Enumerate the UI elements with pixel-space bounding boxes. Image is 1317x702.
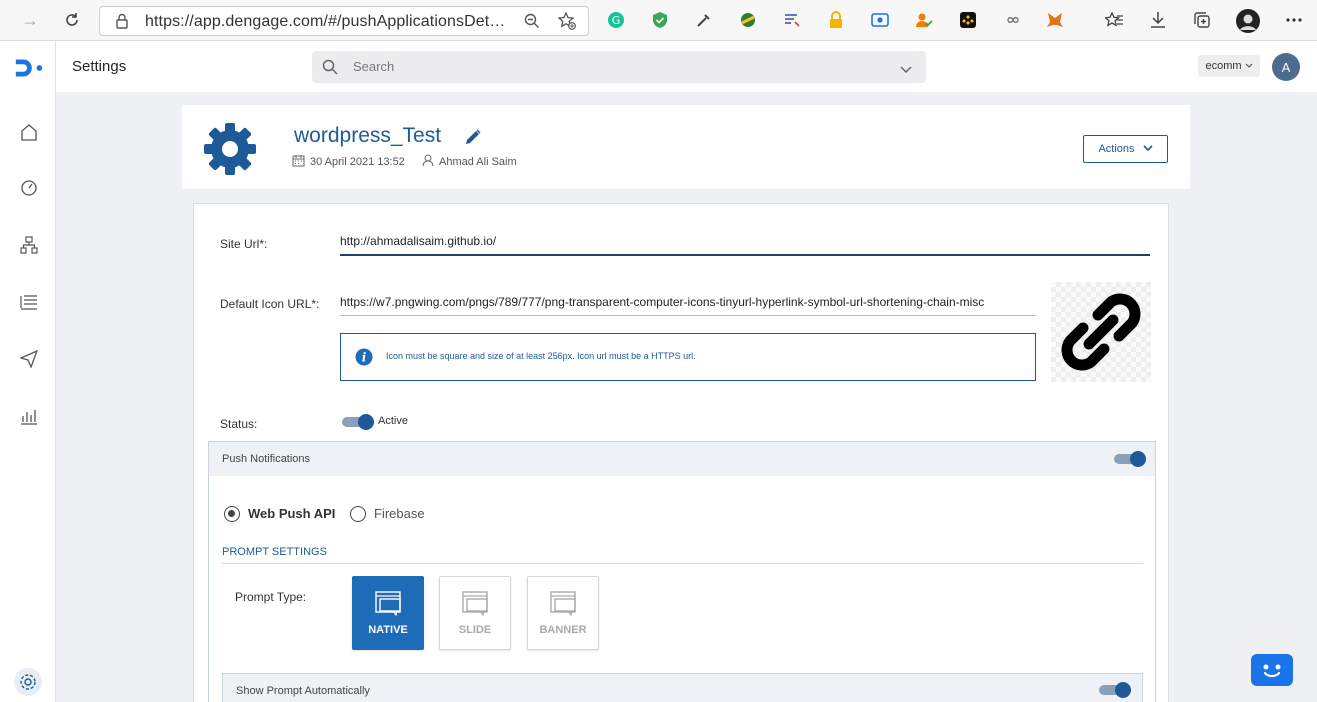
sitemap-icon[interactable] [18, 234, 40, 256]
address-bar[interactable]: https://app.dengage.com/#/pushApplicatio… [99, 6, 589, 36]
list-icon[interactable] [18, 291, 40, 313]
account-selector[interactable]: ecomm [1198, 55, 1260, 77]
browser-toolbar: → https://app.dengage.com/#/pushApplicat… [0, 0, 1317, 41]
chevron-down-icon [1142, 143, 1153, 155]
web-push-label: Web Push API [248, 506, 336, 521]
status-toggle[interactable] [342, 414, 374, 430]
sidebar [0, 41, 56, 702]
app-title-card: wordpress_Test 30 April 2021 13:52 Ahmad… [182, 105, 1190, 189]
eyedropper-icon[interactable] [695, 11, 713, 29]
icon-url-label: Default Icon URL*: [220, 297, 320, 311]
url-text: https://app.dengage.com/#/pushApplicatio… [145, 13, 506, 30]
account-label: ecomm [1205, 60, 1242, 72]
push-notifications-header: Push Notifications [209, 442, 1155, 476]
calendar-icon [292, 154, 305, 170]
info-icon: i [355, 348, 373, 371]
send-icon[interactable] [18, 348, 40, 370]
collections-icon[interactable] [1193, 11, 1211, 29]
slide-prompt-icon [462, 591, 490, 617]
prompt-type-slide[interactable]: SLIDE [439, 576, 511, 650]
edit-pencil-icon[interactable] [464, 128, 482, 151]
reload-icon[interactable] [58, 6, 86, 34]
search-placeholder: Search [353, 59, 395, 74]
push-notifications-toggle[interactable] [1114, 451, 1146, 467]
native-prompt-icon [375, 591, 403, 617]
favorite-add-icon[interactable] [557, 11, 576, 35]
created-date: 30 April 2021 13:52 [292, 154, 405, 170]
show-prompt-label: Show Prompt Automatically [236, 685, 370, 697]
settings-form: Site Url*: http://ahmadalisaim.github.io… [193, 203, 1169, 702]
dengage-logo-icon[interactable] [13, 56, 45, 80]
push-notifications-title: Push Notifications [222, 453, 311, 465]
actions-button[interactable]: Actions [1083, 135, 1168, 163]
push-notifications-section: Push Notifications Web Push API Firebase… [208, 441, 1156, 702]
show-prompt-section: Show Prompt Automatically [222, 673, 1143, 702]
prompt-type-native[interactable]: NATIVE [352, 576, 424, 650]
chat-face-icon [1263, 664, 1281, 678]
more-menu-icon[interactable] [1285, 11, 1303, 29]
favorites-icon[interactable] [1105, 11, 1123, 29]
web-push-radio[interactable] [224, 506, 240, 522]
zoom-icon[interactable] [524, 13, 540, 34]
divider [222, 563, 1143, 564]
app-header: Settings Search ecomm A [56, 41, 1317, 92]
icon-info-box: i Icon must be square and size of at lea… [340, 333, 1036, 381]
show-prompt-toggle[interactable] [1099, 682, 1131, 698]
shield-icon[interactable] [651, 11, 669, 29]
svg-text:i: i [362, 351, 367, 365]
lock-icon [115, 13, 129, 34]
icon-url-input[interactable]: https://w7.pngwing.com/pngs/789/777/png-… [340, 295, 1036, 316]
prompt-settings-title: PROMPT SETTINGS [222, 546, 327, 558]
firebase-radio[interactable] [350, 506, 366, 522]
user-check-extension-icon[interactable] [915, 11, 933, 29]
chevron-down-icon [1245, 60, 1253, 72]
chevron-down-icon[interactable] [900, 61, 912, 79]
search-input[interactable]: Search [312, 51, 926, 83]
user-icon [422, 154, 434, 170]
avatar[interactable]: A [1272, 53, 1300, 81]
profile-avatar-icon[interactable] [1236, 9, 1260, 33]
downloads-icon[interactable] [1149, 11, 1167, 29]
grammarly-icon[interactable]: G [607, 11, 625, 29]
infinity-extension-icon[interactable] [1003, 11, 1021, 29]
forward-icon[interactable]: → [16, 6, 44, 34]
binance-extension-icon[interactable] [959, 11, 977, 29]
dashboard-icon[interactable] [18, 177, 40, 199]
padlock-extension-icon[interactable] [827, 11, 845, 29]
record-extension-icon[interactable] [871, 11, 889, 29]
analytics-icon[interactable] [18, 405, 40, 427]
link-chain-icon [1061, 293, 1141, 371]
firebase-label: Firebase [374, 506, 425, 521]
status-value: Active [378, 415, 408, 427]
prompt-type-label: Prompt Type: [235, 590, 307, 604]
app-name: wordpress_Test [294, 124, 442, 147]
icon-preview-image [1051, 282, 1151, 382]
svg-text:G: G [612, 14, 621, 27]
banner-prompt-icon [550, 591, 578, 617]
owner: Ahmad Ali Saim [422, 154, 517, 170]
search-icon [322, 59, 338, 80]
globe-extension-icon[interactable] [739, 11, 757, 29]
page-title: Settings [72, 58, 127, 75]
metamask-icon[interactable] [1047, 11, 1065, 29]
translate-extension-icon[interactable] [783, 11, 801, 29]
settings-gear-icon[interactable] [14, 668, 42, 696]
status-label: Status: [220, 417, 258, 431]
icon-info-text: Icon must be square and size of at least… [386, 351, 696, 361]
site-url-label: Site Url*: [220, 237, 268, 251]
app-gear-icon [203, 122, 257, 181]
prompt-type-banner[interactable]: BANNER [527, 576, 599, 650]
home-icon[interactable] [18, 121, 40, 143]
site-url-input[interactable]: http://ahmadalisaim.github.io/ [340, 234, 1150, 256]
chat-widget-button[interactable] [1251, 654, 1293, 686]
